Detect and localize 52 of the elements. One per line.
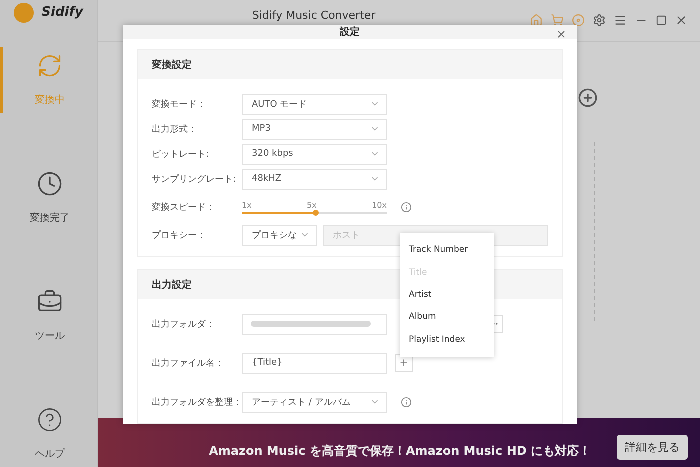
- add-icon[interactable]: [578, 88, 598, 108]
- clock-icon: [37, 171, 63, 197]
- disc-icon[interactable]: [572, 14, 585, 27]
- setting-label: 変換モード：: [152, 98, 207, 110]
- speed-tick-label: 10x: [372, 200, 387, 210]
- menu-item[interactable]: Track Number: [400, 239, 494, 262]
- nav-label: ヘルプ: [35, 448, 65, 461]
- help-icon: [37, 407, 63, 433]
- setting-label: ビットレート:: [152, 148, 210, 160]
- window-title: Sidify Music Converter: [251, 9, 377, 22]
- setting-label: サンプリングレート:: [152, 173, 238, 186]
- dropdown[interactable]: アーティスト / アルバム: [242, 392, 387, 412]
- maximize-icon[interactable]: [656, 15, 667, 26]
- plus-icon: [399, 358, 409, 368]
- setting-label: プロキシー：: [152, 229, 207, 242]
- nav-label: ツール: [35, 330, 65, 343]
- home-icon[interactable]: [530, 14, 543, 27]
- section-title: 変換設定: [138, 50, 562, 79]
- settings-icon[interactable]: [593, 14, 606, 27]
- dropdown[interactable]: MP3: [242, 118, 387, 140]
- close-button[interactable]: [556, 29, 567, 40]
- close-icon: [556, 29, 567, 40]
- proxy-dropdown[interactable]: プロキシな: [242, 224, 317, 246]
- setting-label: 出力フォルダ：: [152, 318, 216, 330]
- setting-label: 出力フォルダを整理：: [152, 396, 242, 408]
- filename-field[interactable]: {Title}: [242, 352, 387, 374]
- nav-item[interactable]: ツール: [0, 283, 97, 349]
- nav-item[interactable]: 変換完了: [0, 165, 97, 231]
- refresh-icon: [37, 53, 63, 79]
- speed-tick-label: 5x: [307, 200, 317, 210]
- nav-label: 変換中: [35, 94, 65, 107]
- menu-item[interactable]: Album: [400, 306, 494, 329]
- setting-label: 変換スピード：: [152, 202, 216, 214]
- info-icon[interactable]: [401, 396, 412, 408]
- setting-label: 出力形式：: [152, 124, 198, 136]
- speed-tick-label: 1x: [242, 200, 252, 210]
- nav-item[interactable]: ヘルプ: [0, 401, 97, 467]
- setting-label: 出力ファイル名：: [152, 358, 225, 370]
- details-button[interactable]: 詳細を見る: [617, 435, 688, 460]
- menu-item[interactable]: Playlist Index: [400, 328, 494, 351]
- dropdown[interactable]: AUTO モード: [242, 94, 387, 114]
- slider-thumb[interactable]: [312, 210, 319, 216]
- logo-icon: [14, 2, 34, 22]
- info-icon[interactable]: [401, 202, 412, 212]
- dropdown[interactable]: 48kHZ: [242, 168, 387, 190]
- dialog-title: 設定: [340, 25, 360, 39]
- logo-text: Sidify: [42, 5, 84, 20]
- nav-label: 変換完了: [30, 212, 70, 225]
- dropdown[interactable]: 320 kbps: [242, 144, 387, 164]
- close-icon[interactable]: [675, 14, 688, 27]
- menu-icon[interactable]: [614, 14, 627, 27]
- banner-text: Amazon Music を高音質で保存！Amazon Music HD にも対応！: [209, 443, 591, 460]
